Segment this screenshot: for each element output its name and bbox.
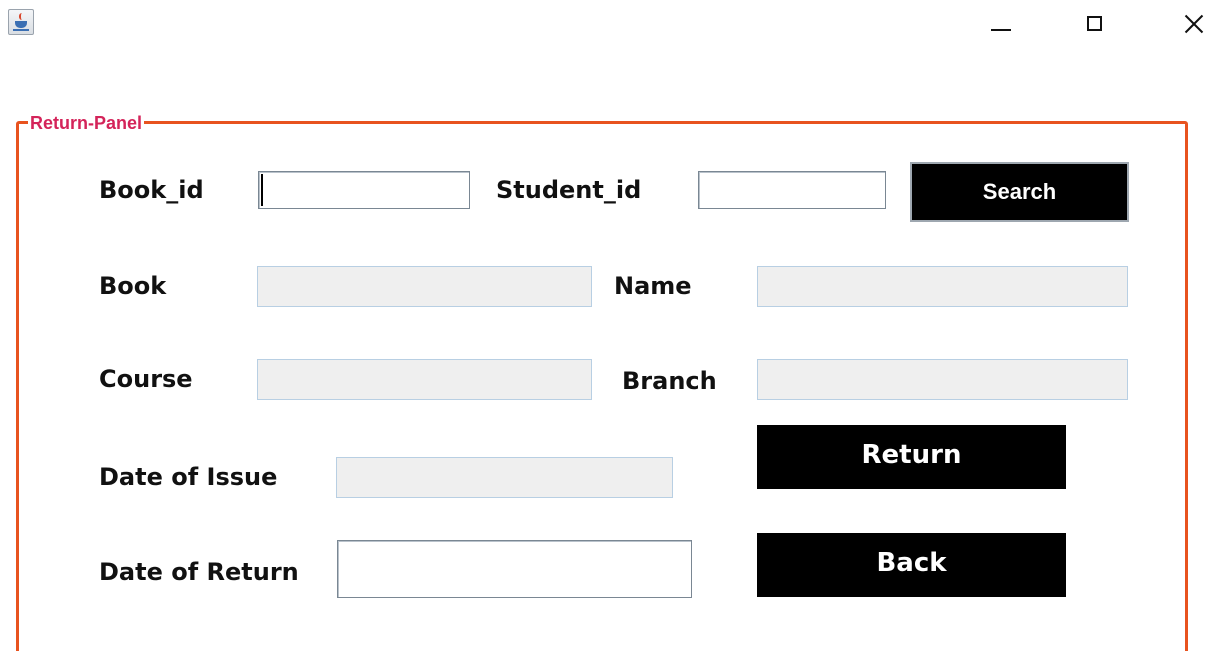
steam-shape: [19, 13, 25, 20]
course-label: Course: [99, 365, 193, 393]
panel-title: Return-Panel: [28, 113, 145, 133]
branch-label: Branch: [622, 367, 717, 395]
cup-shape: [15, 21, 27, 28]
maximize-button[interactable]: [1072, 8, 1118, 40]
minimize-button[interactable]: [976, 8, 1022, 40]
search-button[interactable]: Search: [910, 162, 1129, 222]
java-cup-icon: [8, 9, 34, 35]
name-field: [757, 266, 1128, 307]
date-of-return-label: Date of Return: [99, 558, 299, 586]
book-id-input[interactable]: [258, 171, 470, 209]
branch-field: [757, 359, 1128, 400]
date-of-issue-field: [336, 457, 673, 498]
book-field: [257, 266, 592, 307]
book-label: Book: [99, 272, 167, 300]
maximize-icon: [1087, 16, 1102, 31]
return-window: Return-Panel Book_id Student_id Search B…: [0, 0, 1206, 651]
date-of-issue-label: Date of Issue: [99, 463, 278, 491]
student-id-label: Student_id: [496, 176, 642, 204]
date-of-return-input[interactable]: [337, 540, 692, 598]
name-label: Name: [614, 272, 692, 300]
course-field: [257, 359, 592, 400]
text-caret: [261, 174, 263, 206]
back-button[interactable]: Back: [757, 533, 1066, 597]
minimize-icon: [991, 29, 1011, 31]
book-id-label: Book_id: [99, 176, 204, 204]
close-button[interactable]: [1166, 8, 1206, 40]
saucer-shape: [13, 29, 29, 31]
return-button[interactable]: Return: [757, 425, 1066, 489]
student-id-input[interactable]: [698, 171, 886, 209]
